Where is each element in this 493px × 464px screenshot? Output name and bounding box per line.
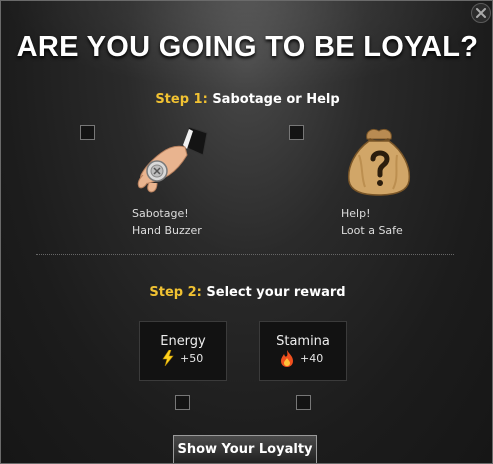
help-option-subtitle: Loot a Safe [341,224,403,237]
show-your-loyalty-button[interactable]: Show Your Loyalty [173,435,317,463]
energy-reward-checkbox[interactable] [175,395,190,410]
step2-heading: Step 2: Select your reward [1,285,492,300]
loot-bag-icon [347,128,411,196]
help-option-title: Help! [341,207,371,220]
step1-text: Sabotage or Help [207,92,340,107]
section-divider [36,254,454,255]
hand-buzzer-icon [137,126,208,193]
lightning-bolt-icon [162,350,174,366]
sabotage-option-subtitle: Hand Buzzer [132,224,202,237]
flame-icon [281,350,293,367]
close-icon [476,8,486,18]
reward-energy-value: +50 [180,352,204,365]
help-checkbox[interactable] [289,125,304,140]
loyalty-dialog: ARE YOU GOING TO BE LOYAL? Step 1: Sabot… [0,0,493,464]
close-button[interactable] [471,3,491,23]
dialog-title: ARE YOU GOING TO BE LOYAL? [16,31,479,63]
stamina-reward-checkbox[interactable] [296,395,311,410]
help-option-label: Help! Loot a Safe [341,205,403,239]
reward-stamina-name: Stamina [276,334,330,349]
step2-number: Step 2: [149,285,202,300]
sabotage-option-label: Sabotage! Hand Buzzer [132,205,202,239]
step1-heading: Step 1: Sabotage or Help [1,92,492,107]
sabotage-checkbox[interactable] [80,125,95,140]
reward-stamina[interactable]: Stamina +40 [259,321,347,381]
sabotage-option-title: Sabotage! [132,207,189,220]
step2-text: Select your reward [201,285,346,300]
step1-number: Step 1: [155,92,208,107]
reward-stamina-value: +40 [300,352,324,365]
reward-energy-name: Energy [160,334,206,349]
reward-energy[interactable]: Energy +50 [139,321,227,381]
